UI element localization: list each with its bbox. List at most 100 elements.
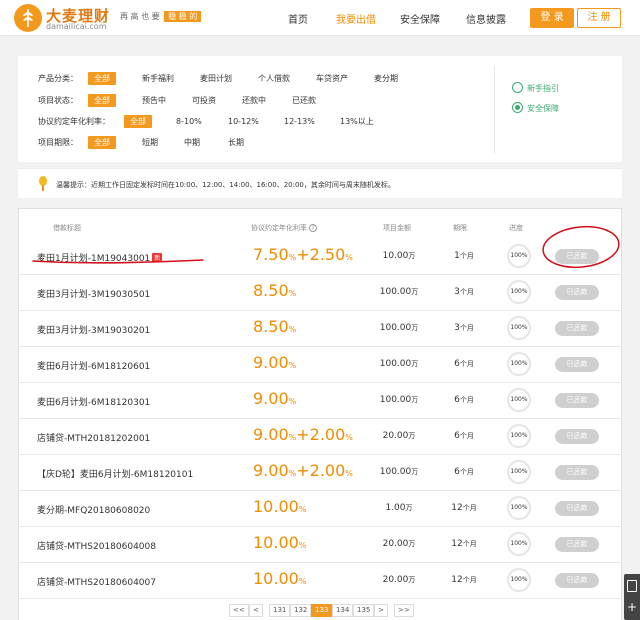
amount-unit: 万: [411, 324, 419, 332]
table-row[interactable]: 【庆D轮】麦田6月计划-6M18120101 9.00%+2.00% 100.00万…: [19, 455, 621, 491]
table-row[interactable]: 麦分期-MFQ20180608020 10.00% 1.00万 12个月 100% 已还款: [19, 491, 621, 527]
filter-category-all[interactable]: 全部: [88, 72, 116, 85]
filter-rate-13-plus[interactable]: 13%以上: [340, 115, 374, 128]
feedback-icon[interactable]: [627, 580, 637, 592]
loan-title[interactable]: 麦田1月计划-1M19043001 新: [37, 251, 163, 264]
filter-term-long[interactable]: 长期: [228, 136, 244, 149]
interest-rate: 8.50%: [253, 281, 296, 300]
site-header: 大麦理财 damailicai.com 再 高 也 要 稳 稳 的 首页 我要出…: [0, 0, 640, 36]
filter-status-repaying[interactable]: 还款中: [242, 94, 266, 107]
page-next-button[interactable]: >: [374, 604, 388, 617]
status-button[interactable]: 已还款: [555, 537, 599, 552]
help-icon[interactable]: ?: [309, 224, 317, 232]
loan-amount: 20.00万: [359, 539, 439, 549]
filter-status-investable[interactable]: 可投资: [192, 94, 216, 107]
filter-term-all[interactable]: 全部: [88, 136, 116, 149]
header-rate-label: 协议约定年化利率: [251, 224, 307, 232]
filter-category-installment[interactable]: 麦分期: [374, 72, 398, 85]
rate-value: 7.50: [253, 245, 289, 264]
guide-icon: [512, 82, 523, 93]
filter-label-term: 项目期限：: [38, 138, 78, 147]
status-button[interactable]: 已还款: [555, 285, 599, 300]
loan-title[interactable]: 麦田3月计划-3M19030201: [37, 323, 150, 336]
bonus-unit: %: [345, 433, 353, 442]
security-link[interactable]: 安全保障: [512, 102, 559, 114]
amount-value: 20.00: [382, 575, 409, 585]
loan-title[interactable]: 店铺贷-MTH20181202001: [37, 431, 150, 444]
newbie-guide-link[interactable]: 新手指引: [512, 82, 559, 94]
float-toolbar[interactable]: +: [624, 574, 640, 620]
page-last-button[interactable]: >>: [394, 604, 414, 617]
filter-category-newbie[interactable]: 新手福利: [142, 72, 174, 85]
nav-invest[interactable]: 我要出借: [336, 11, 376, 26]
table-row[interactable]: 麦田3月计划-3M19030201 8.50% 100.00万 3个月 100% 已还款: [19, 311, 621, 347]
table-row[interactable]: 麦田6月计划-6M18120601 9.00% 100.00万 6个月 100% 已还款: [19, 347, 621, 383]
amount-unit: 万: [408, 540, 416, 548]
table-row[interactable]: 店铺贷-MTHS20180604008 10.00% 20.00万 12个月 100% 已…: [19, 527, 621, 563]
page-button[interactable]: 132: [290, 604, 312, 617]
filter-label-rate: 协议约定年化利率：: [38, 117, 110, 126]
term-unit: 个月: [459, 288, 474, 296]
table-row[interactable]: 店铺贷-MTH20181202001 9.00%+2.00% 20.00万 6个月 10…: [19, 419, 621, 455]
status-button[interactable]: 已还款: [555, 573, 599, 588]
amount-unit: 万: [408, 252, 416, 260]
wheat-notice-icon: [39, 176, 47, 191]
slogan-badge: 稳 稳 的: [164, 11, 202, 22]
filter-rate-all[interactable]: 全部: [124, 115, 152, 128]
nav-disclosure[interactable]: 信息披露: [466, 11, 506, 26]
status-button[interactable]: 已还款: [555, 393, 599, 408]
register-button[interactable]: 注 册: [577, 8, 621, 28]
page-prev-button[interactable]: <: [249, 604, 263, 617]
table-row[interactable]: 麦田3月计划-3M19030501 8.50% 100.00万 3个月 100% 已还款: [19, 275, 621, 311]
progress-ring: 100%: [507, 388, 531, 412]
filter-category-personal[interactable]: 个人借款: [258, 72, 290, 85]
filter-category-maitian[interactable]: 麦田计划: [200, 72, 232, 85]
page-button[interactable]: 134: [332, 604, 354, 617]
plus-icon[interactable]: +: [627, 601, 637, 613]
interest-rate: 9.00%: [253, 353, 296, 372]
table-row[interactable]: 麦田6月计划-6M18120301 9.00% 100.00万 6个月 100% 已还款: [19, 383, 621, 419]
bonus-value: 2.00: [309, 461, 346, 480]
status-button[interactable]: 已还款: [555, 501, 599, 516]
table-row[interactable]: 麦田1月计划-1M19043001 新 7.50%+2.50% 10.00万 1个月 10…: [19, 239, 621, 275]
status-button[interactable]: 已还款: [555, 321, 599, 336]
loan-term: 12个月: [439, 503, 489, 513]
page-first-button[interactable]: <<: [229, 604, 249, 617]
nav-security[interactable]: 安全保障: [400, 11, 440, 26]
filter-category-car[interactable]: 车贷资产: [316, 72, 348, 85]
login-button[interactable]: 登 录: [530, 8, 574, 28]
filter-term-medium[interactable]: 中期: [184, 136, 200, 149]
loan-title[interactable]: 麦田6月计划-6M18120301: [37, 395, 150, 408]
amount-value: 100.00: [379, 323, 412, 333]
nav-home[interactable]: 首页: [288, 11, 308, 26]
status-button[interactable]: 已还款: [555, 249, 599, 264]
loan-title-text: 麦田6月计划-6M18120601: [37, 362, 151, 372]
filter-rate-12-13[interactable]: 12-13%: [284, 115, 315, 128]
page-button[interactable]: 135: [353, 604, 375, 617]
status-button[interactable]: 已还款: [555, 429, 599, 444]
interest-rate: 10.00%: [253, 569, 306, 588]
table-row[interactable]: 店铺贷-MTHS20180604007 10.00% 20.00万 12个月 100% 已…: [19, 563, 621, 599]
brand-logo[interactable]: 大麦理财 damailicai.com: [14, 4, 114, 32]
amount-value: 100.00: [379, 359, 412, 369]
loan-title[interactable]: 店铺贷-MTHS20180604007: [37, 575, 156, 588]
amount-value: 100.00: [379, 467, 412, 477]
loan-title[interactable]: 店铺贷-MTHS20180604008: [37, 539, 156, 552]
page-button-current[interactable]: 133: [311, 604, 333, 617]
loan-title[interactable]: 麦田6月计划-6M18120601: [37, 359, 150, 372]
filter-status-all[interactable]: 全部: [88, 94, 116, 107]
status-button[interactable]: 已还款: [555, 465, 599, 480]
filter-rate-10-12[interactable]: 10-12%: [228, 115, 259, 128]
loan-title[interactable]: 【庆D轮】麦田6月计划-6M18120101: [37, 467, 193, 480]
status-button[interactable]: 已还款: [555, 357, 599, 372]
loan-title-text: 店铺贷-MTHS20180604008: [37, 542, 156, 552]
filter-term-short[interactable]: 短期: [142, 136, 158, 149]
loan-title[interactable]: 麦分期-MFQ20180608020: [37, 503, 150, 516]
term-unit: 个月: [459, 252, 474, 260]
filter-rate-8-10[interactable]: 8-10%: [176, 115, 202, 128]
page-button[interactable]: 131: [269, 604, 291, 617]
loan-amount: 100.00万: [359, 467, 439, 477]
filter-status-repaid[interactable]: 已还款: [292, 94, 316, 107]
loan-title[interactable]: 麦田3月计划-3M19030501: [37, 287, 150, 300]
filter-status-preview[interactable]: 预告中: [142, 94, 166, 107]
